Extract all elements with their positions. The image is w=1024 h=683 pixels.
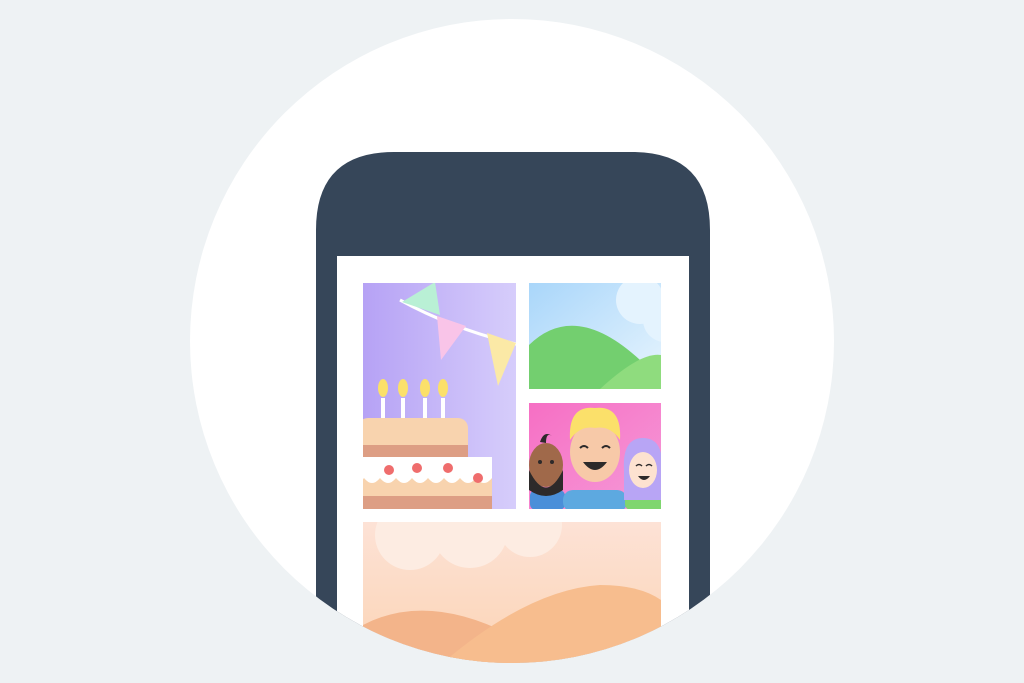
phone-gallery-illustration [190, 19, 834, 663]
birthday-party-photo[interactable] [350, 282, 520, 509]
group-selfie-photo[interactable] [529, 403, 665, 512]
illustration [0, 0, 1024, 683]
phone [316, 152, 710, 663]
